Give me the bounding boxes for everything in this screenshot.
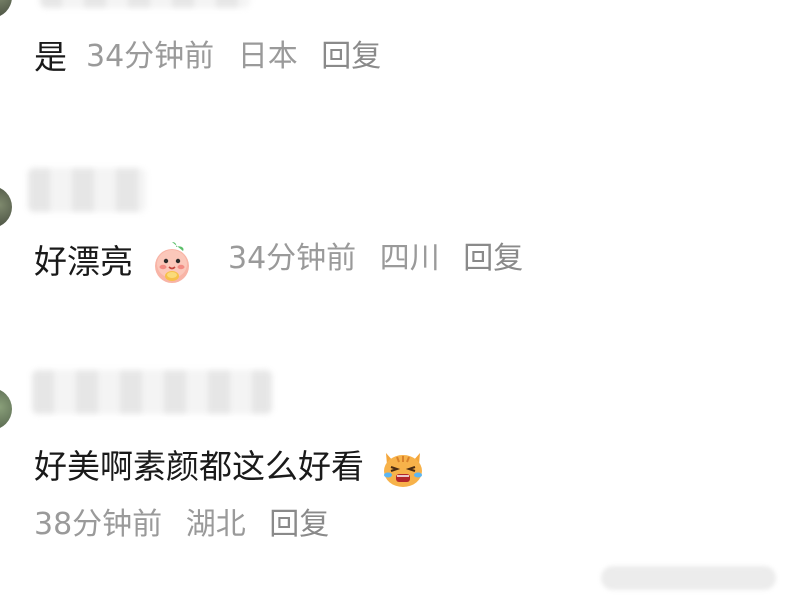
comment-meta: 34分钟前 日本 回复 [86,37,395,77]
avatar[interactable] [0,186,12,228]
comment-text: 好美啊素颜都这么好看 [34,443,427,491]
blurred-watermark [601,566,776,590]
reply-button[interactable]: 回复 [463,241,523,276]
blurred-username [32,370,272,414]
comment-text: 好漂亮 [34,238,196,286]
peach-character-emoji [154,242,189,283]
comment-location: 四川 [379,241,440,276]
comment-meta: 34分钟前 四川 回复 [228,239,537,279]
comment-text: 是 [34,36,67,78]
comment-location: 日本 [237,39,298,74]
reply-button[interactable]: 回复 [269,507,329,542]
comment-location: 湖北 [185,507,246,542]
reply-button[interactable]: 回复 [321,39,381,74]
avatar[interactable] [0,388,12,430]
comment-meta: 38分钟前 湖北 回复 [34,505,343,545]
blurred-username [40,0,250,8]
comment-time: 34分钟前 [86,39,215,74]
comment-body: 好漂亮 [34,242,133,281]
comment-time: 34分钟前 [228,241,357,276]
crying-cat-emoji [383,453,422,487]
comment-body: 好美啊素颜都这么好看 [34,447,364,486]
comment-body: 是 [34,37,67,77]
avatar[interactable] [0,0,12,18]
blurred-username [28,168,146,212]
comment-time: 38分钟前 [34,507,163,542]
